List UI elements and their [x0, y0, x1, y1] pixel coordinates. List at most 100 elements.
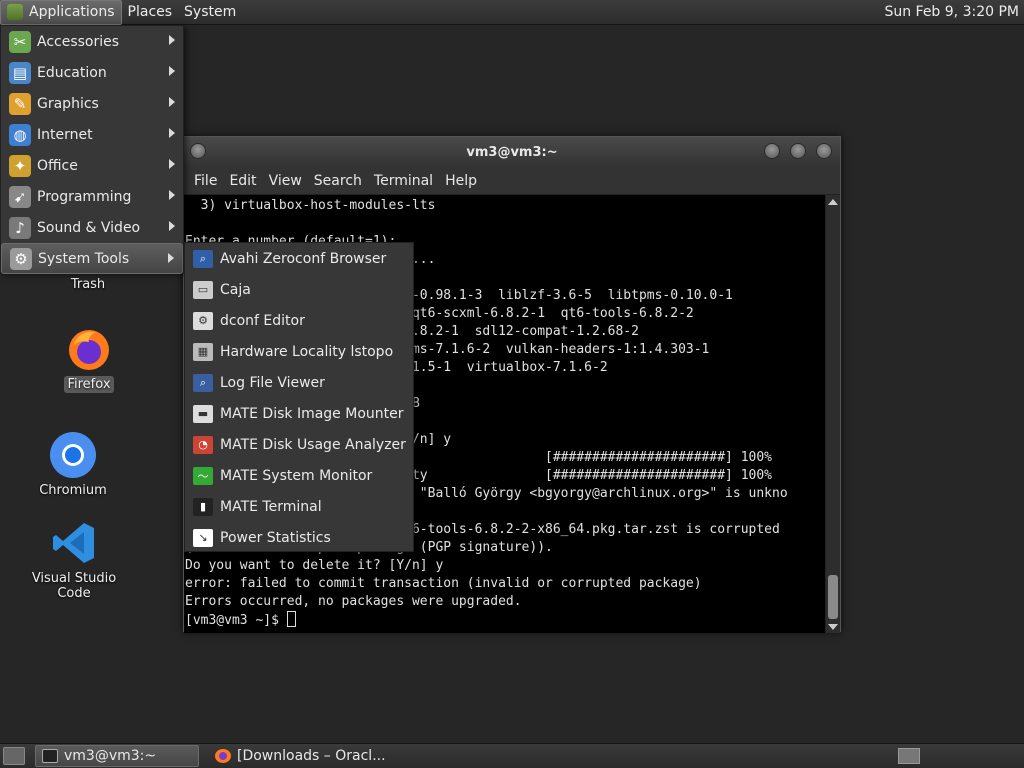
menu-file[interactable]: File — [188, 173, 223, 189]
submenu-arrow-icon — [169, 97, 175, 107]
submenu-arrow-icon — [169, 66, 175, 76]
scroll-down-icon[interactable] — [828, 624, 838, 630]
desktop-icon-label: Trash — [70, 277, 106, 292]
system-menu[interactable]: System — [178, 0, 242, 25]
applications-dropdown: ✂ Accessories ▤ Education ✎ Graphics ◍ Internet… — [0, 25, 184, 274]
menu-item-system-tools[interactable]: ⚙ System Tools — [1, 243, 183, 274]
terminal-title: vm3@vm3:~ — [466, 144, 558, 160]
system-tools-submenu: ⌕ Avahi Zeroconf Browser ▭ Caja ⚙ dconf Edito… — [184, 242, 414, 552]
menu-item-label: Sound & Video — [37, 219, 141, 236]
submenu-item-power-statistics[interactable]: ↘ Power Statistics — [185, 522, 413, 553]
top-panel: Applications Places System Sun Feb 9, 3:… — [0, 0, 1024, 25]
applications-menu-label: Applications — [29, 4, 115, 20]
submenu-item-log-file-viewer[interactable]: ⌕ Log File Viewer — [185, 367, 413, 398]
applications-menu[interactable]: Applications — [0, 0, 122, 25]
menu-search[interactable]: Search — [308, 173, 368, 189]
system-tools-icon: ⚙ — [10, 247, 32, 270]
menu-item-label: Programming — [37, 188, 132, 205]
menu-item-sound-video[interactable]: ♪ Sound & Video — [1, 212, 183, 243]
submenu-item-mate-system-monitor[interactable]: 〜 MATE System Monitor — [185, 460, 413, 491]
submenu-item-label: MATE Terminal — [220, 498, 322, 515]
taskbar-button-label: [Downloads – Oracl... — [237, 748, 386, 764]
sound-video-icon: ♪ — [9, 216, 31, 239]
app-icon: ▦ — [193, 342, 213, 361]
terminal-line: 3) virtualbox-host-modules-lts — [185, 198, 436, 213]
app-icon: ▬ — [193, 404, 213, 423]
menu-terminal[interactable]: Terminal — [368, 173, 439, 189]
terminal-prompt-line[interactable]: [vm3@vm3 ~]$ — [185, 611, 826, 629]
clock[interactable]: Sun Feb 9, 3:20 PM — [884, 0, 1019, 25]
submenu-item-label: Caja — [220, 281, 251, 298]
menu-item-education[interactable]: ▤ Education — [1, 57, 183, 88]
desktop-icon-label: Chromium — [39, 483, 107, 498]
app-icon: ▮ — [193, 497, 213, 516]
menu-edit[interactable]: Edit — [223, 173, 262, 189]
submenu-item-label: dconf Editor — [220, 312, 305, 329]
submenu-item-label: MATE System Monitor — [220, 467, 373, 484]
close-button[interactable] — [816, 143, 832, 159]
desktop-icon-firefox[interactable]: Firefox — [44, 326, 134, 393]
app-icon: ⌕ — [193, 249, 213, 268]
submenu-item-avahi-zeroconf-browser[interactable]: ⌕ Avahi Zeroconf Browser — [185, 243, 413, 274]
menu-item-programming[interactable]: ➹ Programming — [1, 181, 183, 212]
submenu-item-label: Avahi Zeroconf Browser — [220, 250, 387, 267]
submenu-item-mate-disk-image-mounter[interactable]: ▬ MATE Disk Image Mounter — [185, 398, 413, 429]
terminal-prompt: [vm3@vm3 ~]$ — [185, 613, 287, 628]
scroll-up-icon[interactable] — [828, 199, 838, 205]
internet-icon: ◍ — [9, 123, 31, 146]
menu-item-label: System Tools — [38, 250, 130, 267]
desktop-icon-chromium[interactable]: Chromium — [28, 430, 118, 499]
scroll-thumb[interactable] — [828, 575, 838, 619]
minimize-button[interactable] — [764, 143, 780, 159]
terminal-menubar: File Edit View Search Terminal Help — [184, 167, 840, 195]
submenu-arrow-icon — [169, 221, 175, 231]
submenu-item-label: MATE Disk Usage Analyzer — [220, 436, 406, 453]
submenu-item-hardware-locality-lstopo[interactable]: ▦ Hardware Locality lstopo — [185, 336, 413, 367]
submenu-item-label: Power Statistics — [220, 529, 331, 546]
submenu-item-mate-terminal[interactable]: ▮ MATE Terminal — [185, 491, 413, 522]
terminal-scrollbar[interactable] — [825, 195, 840, 633]
app-icon: ↘ — [193, 528, 213, 547]
taskbar-button-label: vm3@vm3:~ — [64, 748, 157, 764]
desktop-icon-label: Firefox — [64, 376, 114, 393]
submenu-arrow-icon — [169, 190, 175, 200]
desktop-icon-vscode[interactable]: Visual Studio Code — [14, 520, 134, 602]
app-icon: 〜 — [193, 466, 213, 485]
menu-item-office[interactable]: ✦ Office — [1, 150, 183, 181]
menu-help[interactable]: Help — [439, 173, 483, 189]
menu-item-graphics[interactable]: ✎ Graphics — [1, 88, 183, 119]
submenu-arrow-icon — [168, 253, 174, 263]
submenu-item-mate-disk-usage-analyzer[interactable]: ◔ MATE Disk Usage Analyzer — [185, 429, 413, 460]
menu-view[interactable]: View — [263, 173, 308, 189]
graphics-icon: ✎ — [9, 92, 31, 115]
app-icon: ⌕ — [193, 373, 213, 392]
chromium-icon — [50, 432, 96, 478]
app-icon: ⚙ — [193, 311, 213, 330]
menu-item-accessories[interactable]: ✂ Accessories — [1, 26, 183, 57]
firefox-icon — [215, 749, 231, 763]
maximize-button[interactable] — [790, 143, 806, 159]
submenu-item-label: Hardware Locality lstopo — [220, 343, 394, 360]
desktop-icon-trash[interactable]: Trash — [48, 276, 128, 293]
submenu-item-caja[interactable]: ▭ Caja — [185, 274, 413, 305]
education-icon: ▤ — [9, 61, 31, 84]
accessories-icon: ✂ — [9, 30, 31, 53]
taskbar-button-downloads[interactable]: [Downloads – Oracl... — [209, 745, 392, 767]
taskbar-button-terminal[interactable]: vm3@vm3:~ — [35, 745, 199, 767]
submenu-item-label: MATE Disk Image Mounter — [220, 405, 404, 422]
workspace-switcher[interactable] — [898, 748, 920, 764]
show-desktop-button[interactable] — [3, 747, 25, 765]
applications-icon — [7, 4, 23, 20]
menu-item-label: Graphics — [37, 95, 99, 112]
submenu-item-dconf-editor[interactable]: ⚙ dconf Editor — [185, 305, 413, 336]
app-icon: ▭ — [193, 280, 213, 299]
menu-item-internet[interactable]: ◍ Internet — [1, 119, 183, 150]
terminal-titlebar[interactable]: vm3@vm3:~ — [184, 137, 840, 167]
menu-item-label: Office — [37, 157, 78, 174]
places-menu[interactable]: Places — [122, 0, 179, 25]
terminal-cursor — [286, 611, 296, 627]
vscode-icon — [53, 523, 94, 563]
menu-item-label: Education — [37, 64, 107, 81]
window-menu-button[interactable] — [190, 143, 206, 159]
submenu-item-label: Log File Viewer — [220, 374, 325, 391]
